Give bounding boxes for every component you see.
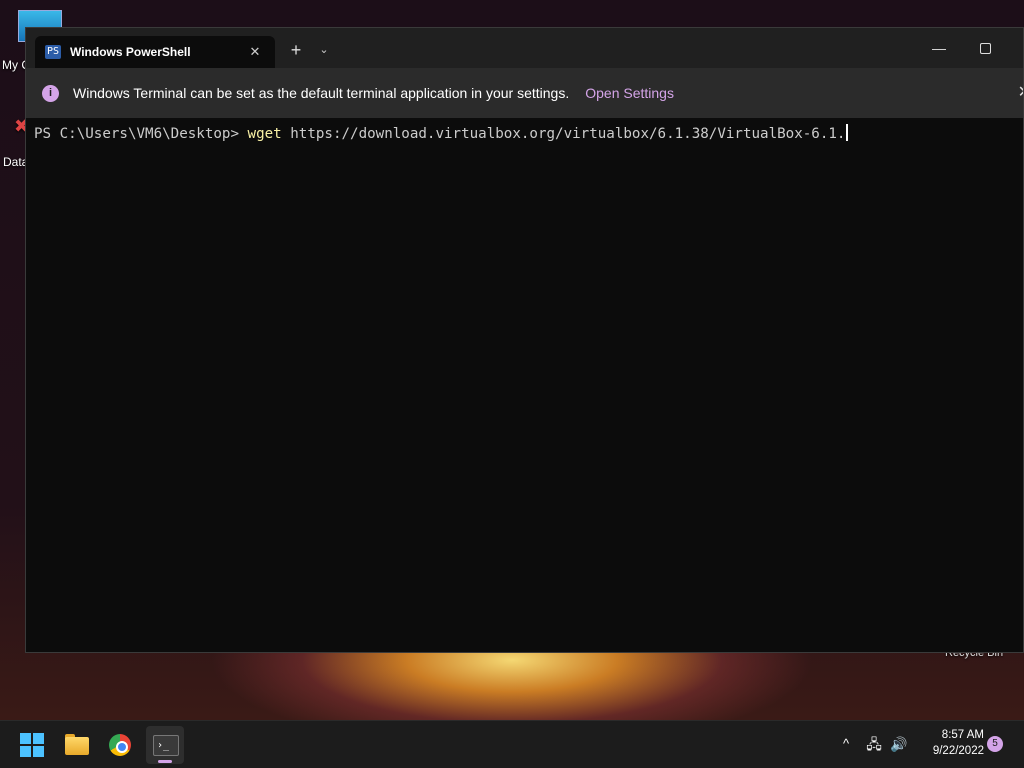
start-button[interactable] [13, 726, 51, 764]
terminal-output[interactable]: PS C:\Users\VM6\Desktop> wget https://do… [34, 124, 1009, 644]
notification-badge[interactable]: 5 [987, 736, 1003, 752]
show-hidden-icons-button[interactable]: ^ [836, 733, 856, 755]
terminal-icon: ›_ [153, 735, 179, 756]
prompt: PS C:\Users\VM6\Desktop> [34, 126, 248, 142]
active-indicator [158, 760, 172, 763]
title-bar[interactable]: PS Windows PowerShell ✕ + ⌄ — [26, 28, 1023, 68]
text-cursor [846, 124, 849, 141]
infobar-close-button[interactable]: ✕ [1018, 82, 1023, 102]
infobar-message: Windows Terminal can be set as the defau… [73, 85, 570, 101]
network-icon[interactable]: 🖧 [864, 733, 884, 755]
file-explorer-button[interactable] [58, 726, 96, 764]
maximize-button[interactable] [968, 34, 1002, 62]
powershell-icon: PS [45, 45, 61, 59]
tab-windows-powershell[interactable]: PS Windows PowerShell ✕ [35, 36, 275, 68]
tab-title: Windows PowerShell [70, 45, 191, 59]
clock-date: 9/22/2022 [932, 745, 984, 757]
clock-time: 8:57 AM [941, 729, 984, 741]
close-tab-button[interactable]: ✕ [243, 44, 267, 60]
tab-dropdown-button[interactable]: ⌄ [313, 38, 335, 62]
command-args: https://download.virtualbox.org/virtualb… [281, 126, 846, 142]
clock[interactable]: 8:57 AM 9/22/2022 [914, 727, 984, 759]
new-tab-button[interactable]: + [284, 38, 308, 62]
chrome-button[interactable] [101, 726, 139, 764]
command-name: wget [247, 126, 282, 142]
terminal-taskbar-button[interactable]: ›_ [146, 726, 184, 764]
folder-icon [65, 737, 89, 755]
minimize-button[interactable]: — [922, 34, 956, 62]
taskbar: ›_ ^ 🖧 🔊 8:57 AM 9/22/2022 5 [0, 720, 1024, 768]
open-settings-link[interactable]: Open Settings [585, 85, 674, 101]
maximize-icon [980, 43, 991, 54]
terminal-window: PS Windows PowerShell ✕ + ⌄ — i Windows … [25, 27, 1024, 653]
default-terminal-infobar: i Windows Terminal can be set as the def… [26, 68, 1023, 118]
volume-icon[interactable]: 🔊 [888, 733, 910, 755]
info-icon: i [42, 84, 59, 102]
